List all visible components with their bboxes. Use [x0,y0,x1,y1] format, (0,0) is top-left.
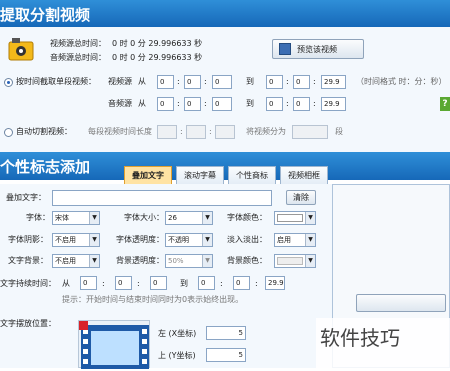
clear-button[interactable]: 清除 [286,190,316,205]
bg-color-picker[interactable]: ▼ [274,254,316,268]
chevron-down-icon: ▼ [89,255,99,267]
font-color-picker[interactable]: ▼ [274,211,316,225]
split-count-input[interactable] [292,125,328,139]
font-shadow-select[interactable]: 不启用 ▼ [52,233,100,247]
chevron-down-icon: ▼ [305,212,315,224]
font-select[interactable]: 宋体 ▼ [52,211,100,225]
chevron-down-icon: ▼ [202,255,212,267]
font-opacity-select[interactable]: 不透明 ▼ [165,233,213,247]
video-end-sec[interactable]: 29.9 [321,75,346,89]
chevron-down-icon: ▼ [202,212,212,224]
film-icon [279,43,291,55]
top-y-input[interactable]: 5 [206,348,246,362]
video-end-min[interactable]: 0 [293,75,310,89]
from-label: 从 [138,99,146,108]
duration-to-label: 到 [180,279,188,288]
fade-label: 淡入淡出： [227,235,267,244]
cut-by-time-label: 按时间截取单段视频： [16,77,96,86]
extract-panel: 视频源总时间： 0 时 0 分 29.996633 秒 音频源总时间： 0 时 … [0,27,450,152]
chevron-down-icon: ▼ [305,234,315,246]
video-start-min[interactable]: 0 [184,75,201,89]
audio-start-sec[interactable]: 0 [212,97,232,111]
bg-opacity-select[interactable]: 50% ▼ [165,254,213,268]
segment-hour[interactable] [157,125,177,139]
section-title: 个性标志添加 [0,158,91,176]
preview-button-label: 预览该视频 [297,45,337,54]
split-unit-label: 段 [335,127,343,136]
help-icon[interactable]: ? [440,97,450,111]
duration-hint: 提示：开始时间与结束时间同时为0表示始终出现。 [62,295,244,304]
to-label: 到 [246,99,254,108]
font-label: 字体： [26,213,50,222]
fade-select[interactable]: 启用 ▼ [274,233,316,247]
text-bg-select[interactable]: 不启用 ▼ [52,254,100,268]
duration-start-sec[interactable]: 0 [150,276,167,290]
bg-opacity-label: 背景透明度： [116,256,164,265]
audio-end-hour[interactable]: 0 [266,97,283,111]
chevron-down-icon: ▼ [305,255,315,267]
audio-start-min[interactable]: 0 [184,97,201,111]
tab-custom-logo[interactable]: 个性商标 [228,166,276,184]
split-into-label: 将视频分为 [246,127,286,136]
font-shadow-label: 字体阴影： [8,235,48,244]
watermark-text: 软件技巧 [320,326,400,350]
duration-from-label: 从 [62,279,70,288]
section-header-logo: 个性标志添加 [0,152,450,180]
chevron-down-icon: ▼ [89,234,99,246]
audio-source-label: 音频源 [108,99,132,108]
segment-min[interactable] [186,125,206,139]
position-label: 文字摆放位置： [0,319,56,328]
video-start-sec[interactable]: 0 [212,75,232,89]
duration-label: 文字持续时间： [0,279,56,288]
cut-by-time-radio[interactable] [4,78,13,87]
auto-split-radio[interactable] [4,128,13,137]
tab-scrolling-subtitle[interactable]: 滚动字幕 [176,166,224,184]
position-preview[interactable] [78,320,150,369]
from-label: 从 [138,77,146,86]
font-size-label: 字体大小： [124,213,164,222]
font-opacity-label: 字体透明度： [116,235,164,244]
video-end-hour[interactable]: 0 [266,75,283,89]
tab-overlay-text[interactable]: 叠加文字 [124,166,172,184]
film-frame-icon [79,321,149,369]
audio-end-sec[interactable]: 29.9 [321,97,346,111]
left-x-input[interactable]: 5 [206,326,246,340]
section-header-extract: 提取分割视频 [0,0,450,27]
top-y-label: 上 (Y坐标) [158,351,196,360]
side-panel-button[interactable] [356,294,446,312]
video-total-time: 0 时 0 分 29.996633 秒 [112,39,203,48]
chevron-down-icon: ▼ [202,234,212,246]
tab-video-frame[interactable]: 视频相框 [280,166,328,184]
font-color-label: 字体颜色： [227,213,267,222]
chevron-down-icon: ▼ [89,212,99,224]
text-bg-label: 文字背景： [8,256,48,265]
duration-start-hour[interactable]: 0 [80,276,97,290]
left-x-label: 左 (X坐标) [158,329,197,338]
audio-start-hour[interactable]: 0 [157,97,174,111]
segment-sec[interactable] [215,125,235,139]
video-source-label: 视频源 [108,77,132,86]
time-format-hint: （时间格式 时：分：秒） [356,77,447,86]
audio-end-min[interactable]: 0 [293,97,310,111]
preview-video-button[interactable]: 预览该视频 [272,39,364,59]
font-size-select[interactable]: 26 ▼ [165,211,213,225]
segment-length-label: 每段视频时间长度 [88,127,152,136]
duration-start-min[interactable]: 0 [115,276,132,290]
video-camera-icon [8,36,34,62]
video-total-label: 视频源总时间： [50,39,106,48]
auto-split-label: 自动切割视频： [16,127,72,136]
video-start-hour[interactable]: 0 [157,75,174,89]
overlay-text-label: 叠加文字： [6,193,46,202]
to-label: 到 [246,77,254,86]
duration-end-min[interactable]: 0 [233,276,250,290]
duration-end-sec[interactable]: 29.9 [265,276,285,290]
overlay-text-input[interactable] [52,190,272,206]
duration-end-hour[interactable]: 0 [198,276,215,290]
bg-color-label: 背景颜色： [227,256,267,265]
section-title: 提取分割视频 [0,6,91,24]
audio-total-label: 音频源总时间： [50,53,106,62]
audio-total-time: 0 时 0 分 29.996633 秒 [112,53,203,62]
